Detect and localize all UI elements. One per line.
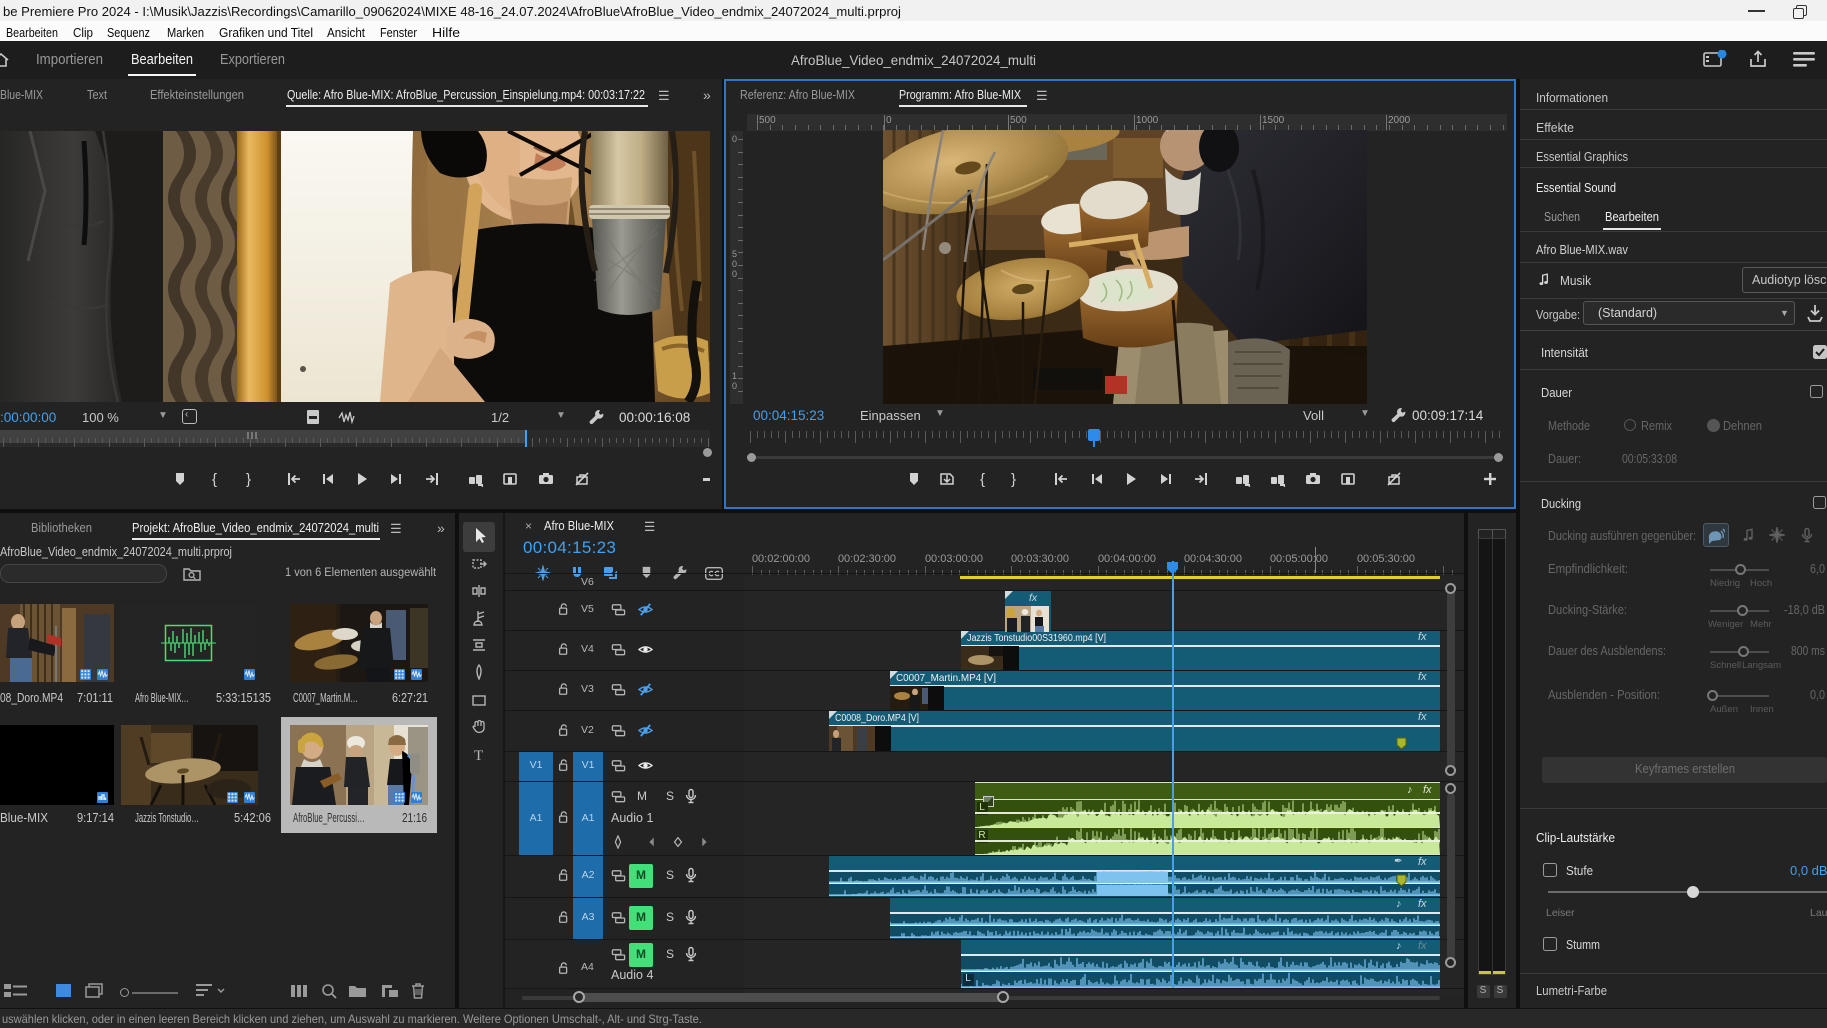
svg-text:}: } bbox=[1011, 471, 1016, 487]
svg-text:{: { bbox=[212, 471, 217, 487]
svg-text:T: T bbox=[474, 748, 483, 762]
svg-text:{: { bbox=[980, 471, 985, 487]
svg-text:}: } bbox=[246, 471, 251, 487]
